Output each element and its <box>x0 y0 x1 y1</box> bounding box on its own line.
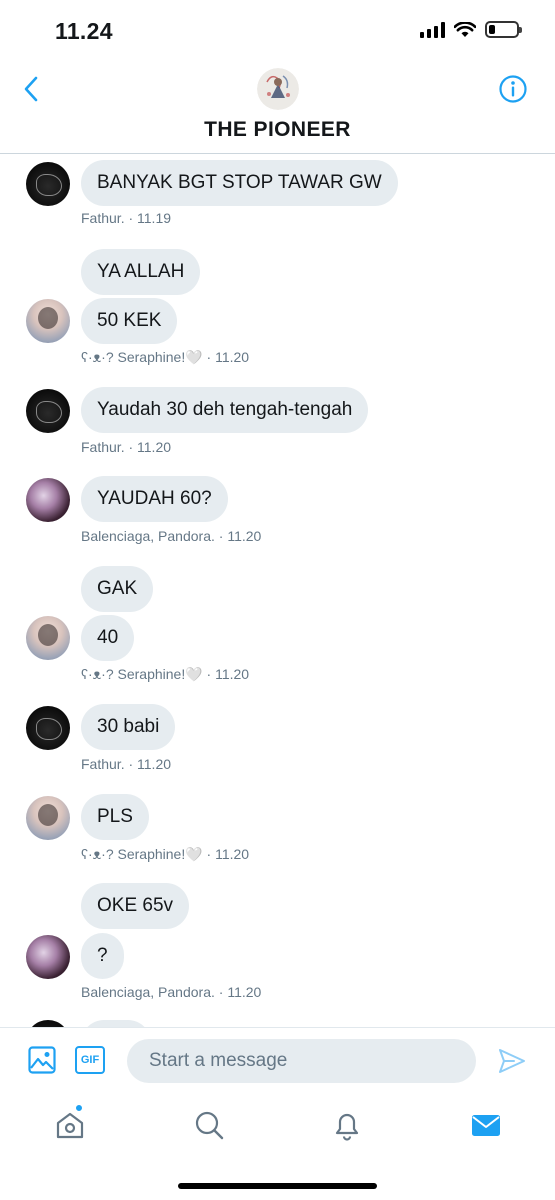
status-time: 11.24 <box>55 18 113 44</box>
message-meta: Fathur. · 11.20 <box>81 439 172 455</box>
message-input[interactable] <box>127 1039 476 1083</box>
message-bubble[interactable]: BANYAK BGT STOP TAWAR GW <box>81 160 398 206</box>
gif-button[interactable]: GIF <box>75 1046 105 1074</box>
avatar[interactable] <box>26 1020 70 1027</box>
avatar[interactable] <box>26 389 70 433</box>
battery-icon <box>485 21 522 38</box>
message-bubble[interactable]: PLS <box>81 794 149 840</box>
message-bubble[interactable]: OKE 65v <box>81 883 190 929</box>
message-meta: Fathur. · 11.20 <box>81 756 172 772</box>
message-bubble[interactable]: YA ALLAH <box>81 249 201 295</box>
home-icon[interactable] <box>54 1109 86 1141</box>
status-bar: 11.24 <box>0 0 555 60</box>
message-meta: Balenciaga, Pandora. · 11.20 <box>81 984 262 1000</box>
avatar[interactable] <box>26 796 70 840</box>
chat-title: THE PIONEER <box>204 118 351 141</box>
message-bubble[interactable]: 30 babi <box>81 704 176 750</box>
message-bubble[interactable]: 50 KEK <box>81 298 178 344</box>
message-bubble[interactable]: 40 <box>81 615 135 661</box>
bell-icon[interactable] <box>331 1109 363 1141</box>
message-meta: Balenciaga, Pandora. · 11.20 <box>81 528 262 544</box>
cellular-signal-icon <box>420 21 445 38</box>
message-meta: ʕ·ᴥ·? Seraphine!🤍 · 11.20 <box>81 349 250 365</box>
avatar[interactable] <box>26 299 70 343</box>
mail-icon[interactable] <box>470 1109 502 1141</box>
message-bubble[interactable]: YAUDAH 60? <box>81 476 228 522</box>
avatar[interactable] <box>26 935 70 979</box>
search-icon[interactable] <box>193 1109 225 1141</box>
message-meta: Fathur. · 11.19 <box>81 210 172 226</box>
message-meta: ʕ·ᴥ·? Seraphine!🤍 · 11.20 <box>81 666 250 682</box>
chevron-left-icon[interactable] <box>20 74 44 104</box>
group-avatar[interactable] <box>257 68 299 110</box>
wifi-icon <box>454 21 476 37</box>
avatar[interactable] <box>26 478 70 522</box>
avatar[interactable] <box>26 162 70 206</box>
message-bubble[interactable] <box>81 1020 151 1027</box>
chat-header: THE PIONEER <box>0 60 555 154</box>
home-indicator <box>178 1183 377 1189</box>
avatar[interactable] <box>26 616 70 660</box>
message-composer: GIF <box>0 1027 555 1095</box>
send-icon[interactable] <box>497 1046 527 1076</box>
message-bubble[interactable]: GAK <box>81 566 154 612</box>
message-list[interactable]: BANYAK BGT STOP TAWAR GW Fathur. · 11.19… <box>0 155 555 1027</box>
message-meta: ʕ·ᴥ·? Seraphine!🤍 · 11.20 <box>81 846 250 862</box>
avatar[interactable] <box>26 706 70 750</box>
notification-dot <box>75 1104 83 1112</box>
info-icon[interactable] <box>498 74 528 104</box>
status-icons <box>420 21 522 38</box>
message-bubble[interactable]: ? <box>81 933 124 979</box>
image-icon[interactable] <box>28 1046 56 1074</box>
message-bubble[interactable]: Yaudah 30 deh tengah-tengah <box>81 387 369 433</box>
tab-bar <box>0 1095 555 1200</box>
